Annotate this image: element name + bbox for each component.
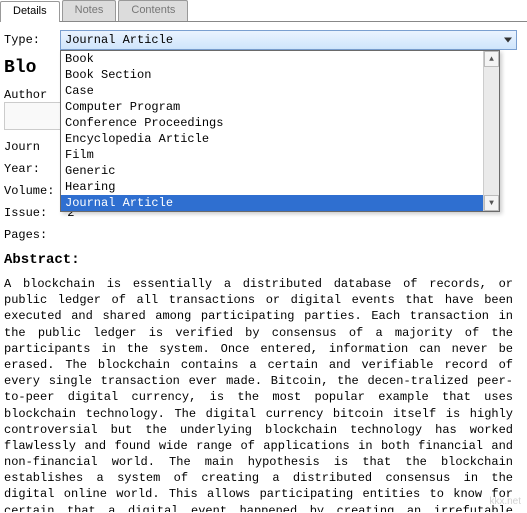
dropdown-option[interactable]: Hearing [61, 179, 499, 195]
scroll-down-icon[interactable]: ▼ [484, 195, 499, 211]
journal-label: Journ [4, 140, 60, 154]
pages-label: Pages: [4, 228, 60, 242]
tab-details[interactable]: Details [0, 1, 60, 22]
chevron-down-icon [504, 38, 512, 43]
abstract-body: A blockchain is essentially a distribute… [4, 276, 517, 512]
dropdown-scrollbar[interactable]: ▲ ▼ [483, 51, 499, 211]
dropdown-option[interactable]: Generic [61, 163, 499, 179]
type-row: Type: Journal Article [4, 30, 517, 50]
type-select-value: Journal Article [65, 33, 173, 47]
dropdown-option[interactable]: Journal Article [61, 195, 499, 211]
dropdown-option[interactable]: Book Section [61, 67, 499, 83]
issue-label: Issue: [4, 206, 60, 220]
tab-bar: Details Notes Contents [0, 0, 527, 22]
dropdown-option[interactable]: Encyclopedia Article [61, 131, 499, 147]
details-panel: Type: Journal Article BookBook SectionCa… [0, 22, 527, 512]
dropdown-option[interactable]: Film [61, 147, 499, 163]
type-label: Type: [4, 33, 60, 47]
type-select[interactable]: Journal Article [60, 30, 517, 50]
scroll-up-icon[interactable]: ▲ [484, 51, 499, 67]
volume-label: Volume: [4, 184, 60, 198]
type-dropdown[interactable]: BookBook SectionCaseComputer ProgramConf… [60, 50, 500, 212]
dropdown-option[interactable]: Computer Program [61, 99, 499, 115]
dropdown-option[interactable]: Case [61, 83, 499, 99]
tab-notes[interactable]: Notes [62, 0, 117, 21]
dropdown-option[interactable]: Book [61, 51, 499, 67]
tab-contents[interactable]: Contents [118, 0, 188, 21]
year-label: Year: [4, 162, 60, 176]
pages-row: Pages: [4, 228, 517, 242]
abstract-heading: Abstract: [4, 252, 517, 268]
dropdown-option[interactable]: Conference Proceedings [61, 115, 499, 131]
